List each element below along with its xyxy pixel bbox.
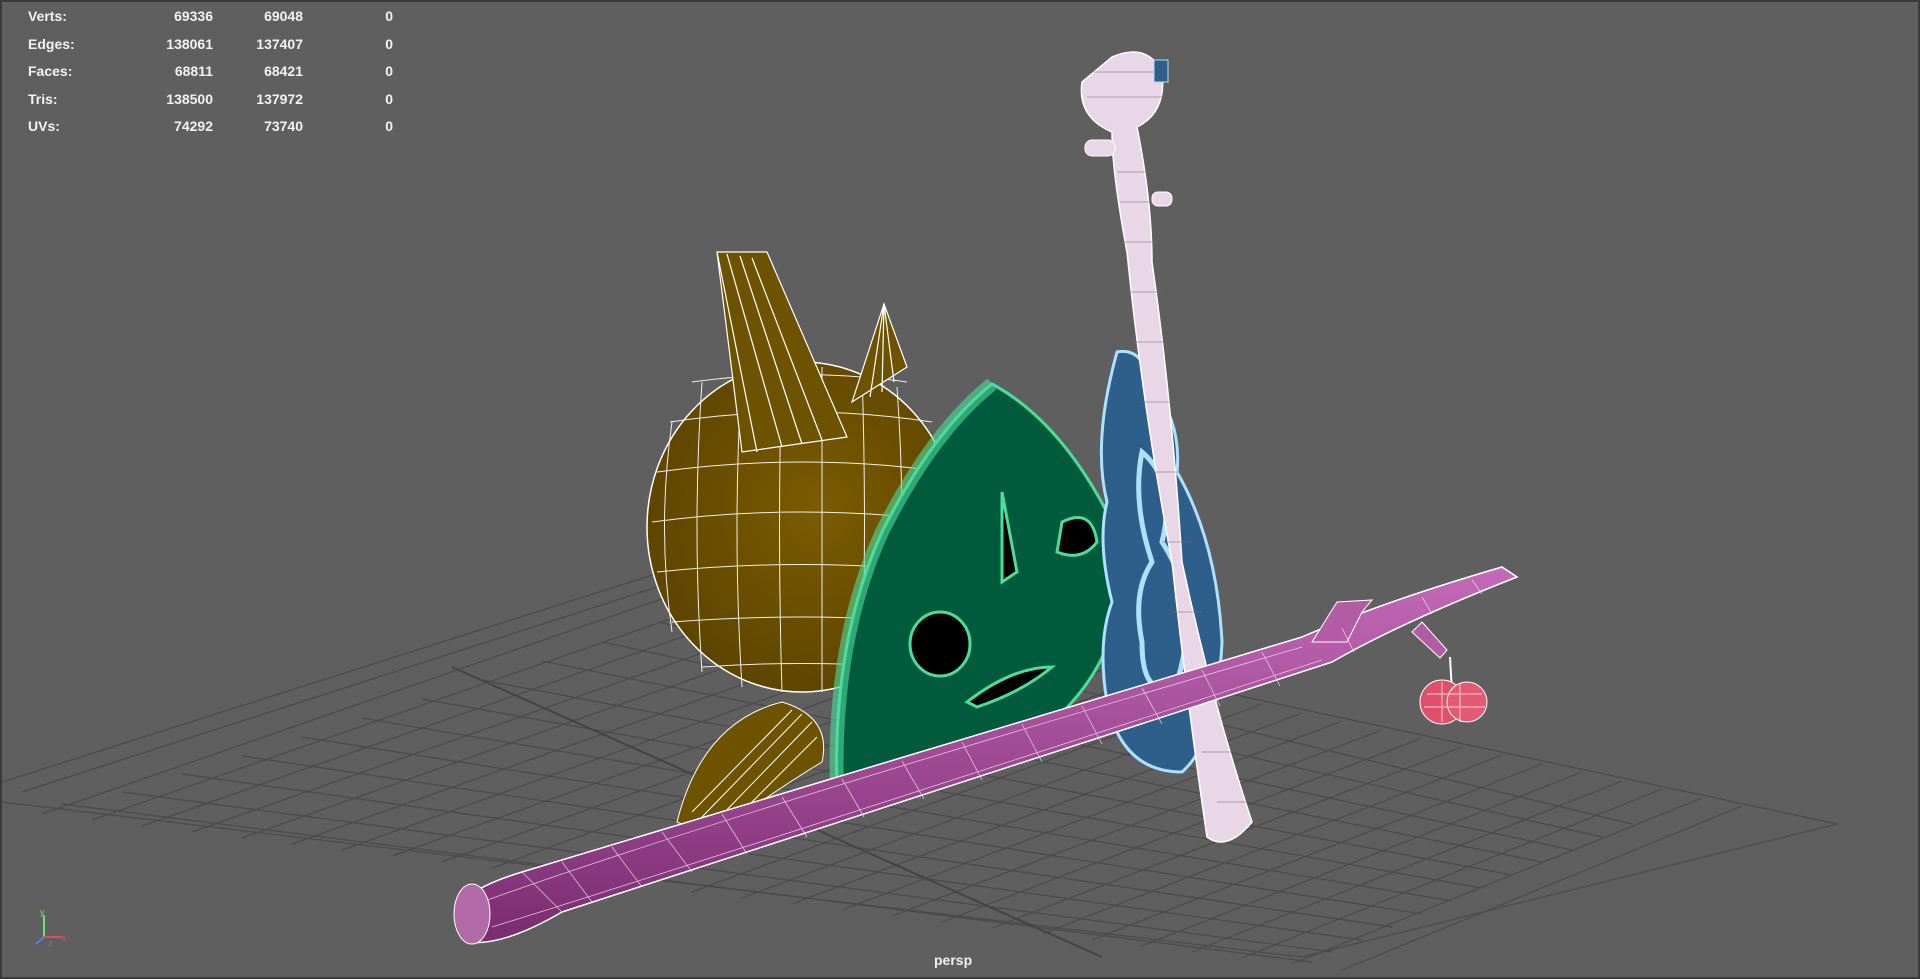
hud-label: Faces: bbox=[28, 63, 73, 79]
hud-value: 0 bbox=[385, 63, 393, 79]
hud-value: 0 bbox=[385, 8, 393, 24]
hud-row-uvs: UVs: 74292 73740 0 bbox=[28, 118, 393, 146]
axis-y-label: y bbox=[40, 907, 45, 917]
hud-row-faces: Faces: 68811 68421 0 bbox=[28, 63, 393, 91]
hud-value: 0 bbox=[385, 90, 393, 107]
hud-value: 68421 bbox=[264, 63, 303, 79]
hud-value: 138061 bbox=[166, 35, 213, 52]
hud-value: 69048 bbox=[264, 8, 303, 24]
hud-value: 138500 bbox=[166, 90, 213, 107]
poly-count-hud: Verts: 69336 69048 0 Edges: 138061 13740… bbox=[28, 8, 393, 146]
axis-x-label: x bbox=[62, 933, 67, 943]
hud-row-tris: Tris: 138500 137972 0 bbox=[28, 90, 393, 119]
hud-label: UVs: bbox=[28, 118, 60, 134]
camera-name-label: persp bbox=[934, 952, 973, 968]
berries[interactable] bbox=[1419, 656, 1488, 725]
hud-value: 0 bbox=[385, 35, 393, 52]
hud-label: Verts: bbox=[28, 8, 67, 24]
hud-value: 68811 bbox=[174, 63, 213, 79]
hud-row-edges: Edges: 138061 137407 0 bbox=[28, 35, 393, 64]
scene-3d-view[interactable] bbox=[2, 2, 1920, 979]
hud-label: Tris: bbox=[28, 90, 58, 107]
hud-value: 74292 bbox=[174, 118, 213, 134]
hud-value: 73740 bbox=[264, 118, 303, 134]
hud-value: 137407 bbox=[256, 35, 303, 52]
axis-z-label: z bbox=[48, 938, 53, 947]
maya-viewport[interactable]: Verts: 69336 69048 0 Edges: 138061 13740… bbox=[0, 0, 1920, 979]
hud-row-verts: Verts: 69336 69048 0 bbox=[28, 8, 393, 36]
hud-label: Edges: bbox=[28, 35, 75, 52]
hud-value: 69336 bbox=[174, 8, 213, 24]
hud-value: 137972 bbox=[256, 90, 303, 107]
hud-value: 0 bbox=[385, 118, 393, 134]
axis-gizmo: y x z bbox=[35, 907, 67, 947]
